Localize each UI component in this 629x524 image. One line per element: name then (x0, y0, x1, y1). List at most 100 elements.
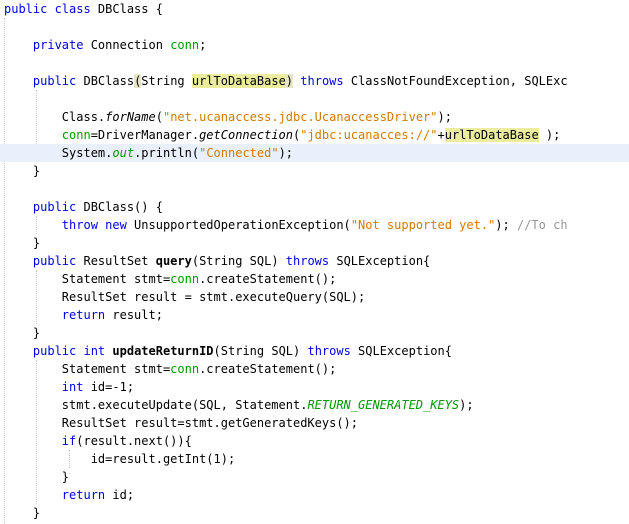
code-line[interactable]: private Connection conn; (4, 36, 206, 54)
code-token: if (61, 434, 77, 448)
code-token: ); (459, 398, 474, 412)
code-token: "jdbc:ucanacces://" (300, 128, 438, 142)
code-token: updateReturnID (112, 344, 214, 358)
code-token: String (141, 74, 192, 88)
code-token: SQLException{ (336, 254, 431, 268)
code-token: throws (307, 344, 359, 358)
code-line[interactable]: public int updateReturnID(String SQL) th… (4, 342, 452, 360)
code-token: return (61, 308, 113, 322)
code-token: public (32, 254, 84, 268)
code-token: ResultSet result=stmt.getGeneratedKeys()… (4, 416, 359, 430)
code-token: public (32, 74, 84, 88)
code-token: //To ch (516, 218, 568, 232)
code-token: "net.ucanaccess.jdbc.UcanaccessDriver" (162, 110, 438, 124)
code-line[interactable]: Statement stmt=conn.createStatement(); (4, 360, 337, 378)
code-line[interactable]: return id; (4, 486, 134, 504)
code-line[interactable]: System.out.println("Connected"); (0, 144, 629, 162)
code-token: id; (112, 488, 135, 502)
code-line[interactable]: } (4, 234, 40, 252)
code-token: out (112, 146, 135, 160)
code-line[interactable]: public DBClass(String urlToDataBase) thr… (4, 72, 568, 90)
code-token: ResultSet (83, 254, 156, 268)
code-token: urlToDataBase (191, 74, 286, 88)
code-line[interactable]: Class.forName("net.ucanaccess.jdbc.Ucana… (4, 108, 452, 126)
code-token: (String SQL) (213, 344, 308, 358)
code-token: public class (4, 2, 98, 16)
code-token: ); (437, 110, 452, 124)
code-line[interactable]: } (4, 162, 40, 180)
code-token: SQLException{ (358, 344, 452, 358)
code-token: ClassNotFoundException, SQLExc (350, 74, 568, 88)
code-line[interactable]: } (4, 468, 69, 486)
code-line[interactable]: id=result.getInt(1); (4, 450, 236, 468)
code-line[interactable]: Statement stmt=conn.createStatement(); (4, 270, 337, 288)
code-token: } (4, 470, 70, 484)
code-token: throws (300, 74, 351, 88)
code-token: ); (538, 128, 561, 142)
code-token: + (437, 128, 445, 142)
code-token: result; (112, 308, 163, 322)
code-line[interactable]: public class DBClass { (4, 0, 163, 18)
code-token: ); (278, 146, 294, 160)
code-token: DBClass { (97, 2, 163, 16)
code-token: throws (285, 254, 337, 268)
code-token: } (4, 506, 41, 520)
code-line[interactable]: ResultSet result = stmt.executeQuery(SQL… (4, 288, 365, 306)
code-line[interactable]: } (4, 504, 40, 522)
code-token: throw new (61, 218, 135, 232)
code-token: ); (495, 218, 517, 232)
code-token: DBClass() { (83, 200, 163, 214)
code-line[interactable]: } (4, 324, 40, 342)
code-line[interactable]: int id=-1; (4, 378, 134, 396)
code-line[interactable]: return result; (4, 306, 163, 324)
code-token: UnsupportedOperationException( (134, 218, 351, 232)
code-token: Statement stmt= (4, 272, 171, 286)
code-token: ResultSet result = stmt.executeQuery(SQL… (4, 290, 366, 304)
code-token: DBClass (83, 74, 135, 88)
code-token: ) (285, 74, 294, 88)
code-token: } (4, 326, 41, 340)
code-line[interactable]: if(result.next()){ (4, 432, 192, 450)
code-token: conn (170, 272, 200, 286)
code-token: RETURN_GENERATED_KEYS (307, 398, 460, 412)
code-token: (String SQL) (191, 254, 286, 268)
code-token: conn (61, 128, 91, 142)
code-token: stmt.executeUpdate(SQL, Statement. (4, 398, 308, 412)
code-token: getConnection (199, 128, 293, 142)
code-token: return (61, 488, 113, 502)
code-token: "Not supported yet." (350, 218, 496, 232)
code-line[interactable]: public DBClass() { (4, 198, 163, 216)
code-line[interactable]: throw new UnsupportedOperationException(… (4, 216, 568, 234)
code-token: =DriverManager. (90, 128, 200, 142)
code-token: (result.next()){ (76, 434, 192, 448)
code-line[interactable]: stmt.executeUpdate(SQL, Statement.RETURN… (4, 396, 474, 414)
code-line[interactable]: public ResultSet query(String SQL) throw… (4, 252, 430, 270)
code-token: int (61, 380, 91, 394)
code-token: urlToDataBase (444, 128, 539, 142)
code-line[interactable]: conn=DriverManager.getConnection("jdbc:u… (4, 126, 560, 144)
code-token: ( (155, 110, 163, 124)
code-token: .createStatement(); (199, 362, 337, 376)
code-token: query (155, 254, 192, 268)
code-token: ; (199, 38, 207, 52)
code-line[interactable]: ResultSet result=stmt.getGeneratedKeys()… (4, 414, 358, 432)
code-token: System. (4, 146, 113, 160)
code-token: conn (170, 38, 200, 52)
code-token: forName (105, 110, 156, 124)
code-editor[interactable]: public class DBClass { private Connectio… (0, 0, 629, 524)
code-token: Class. (4, 110, 106, 124)
code-token: "Connected" (199, 146, 279, 160)
code-token: Connection (90, 38, 171, 52)
code-token: public (32, 200, 84, 214)
